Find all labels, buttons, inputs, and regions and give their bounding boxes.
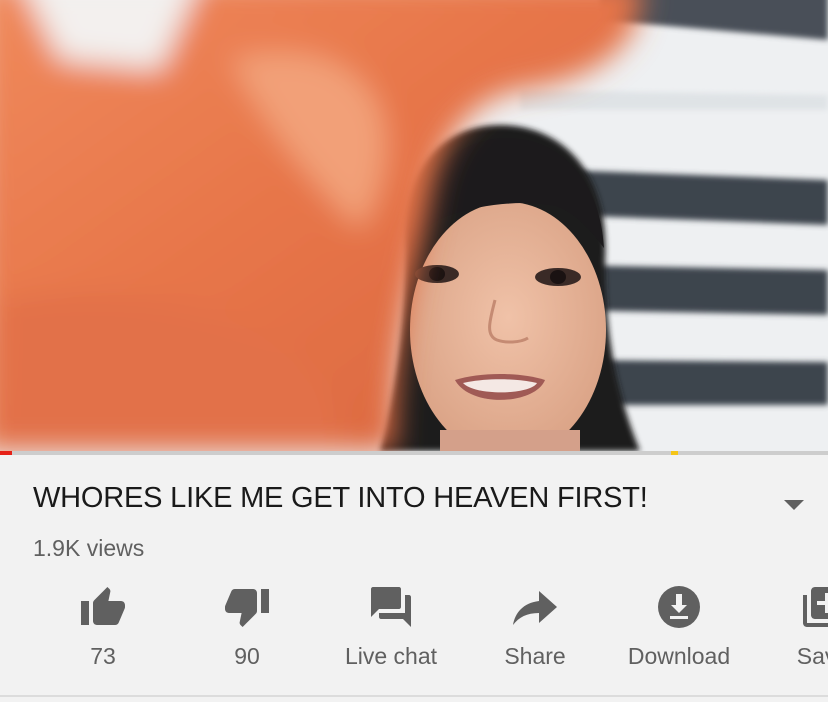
view-count: 1.9K views xyxy=(33,535,145,561)
expand-description-button[interactable] xyxy=(780,491,808,519)
video-info-panel: WHORES LIKE ME GET INTO HEAVEN FIRST! 1.… xyxy=(0,455,828,702)
download-icon xyxy=(658,586,700,628)
chevron-down-icon xyxy=(784,500,804,510)
download-button[interactable]: Download xyxy=(607,583,751,683)
live-chat-label: Live chat xyxy=(344,643,438,669)
divider xyxy=(0,695,828,697)
like-button[interactable]: 73 xyxy=(31,583,175,683)
save-label: Save xyxy=(796,643,828,669)
thumbs-down-icon xyxy=(225,589,269,627)
download-label: Download xyxy=(627,643,731,669)
thumbs-up-icon xyxy=(81,587,125,625)
dislike-count: 90 xyxy=(234,643,260,669)
share-arrow-icon xyxy=(513,591,557,625)
video-player[interactable] xyxy=(0,0,828,451)
video-title: WHORES LIKE ME GET INTO HEAVEN FIRST! xyxy=(33,482,648,514)
share-label: Share xyxy=(504,643,566,669)
share-button[interactable]: Share xyxy=(463,583,607,683)
save-button[interactable]: Save xyxy=(751,583,828,683)
action-bar: 73 90 Live chat Share Download Sa xyxy=(0,583,828,683)
chat-bubbles-icon xyxy=(371,587,411,627)
dislike-button[interactable]: 90 xyxy=(175,583,319,683)
playlist-add-icon xyxy=(803,587,828,627)
live-chat-button[interactable]: Live chat xyxy=(319,583,463,683)
video-frame xyxy=(0,0,828,451)
like-count: 73 xyxy=(90,643,116,669)
